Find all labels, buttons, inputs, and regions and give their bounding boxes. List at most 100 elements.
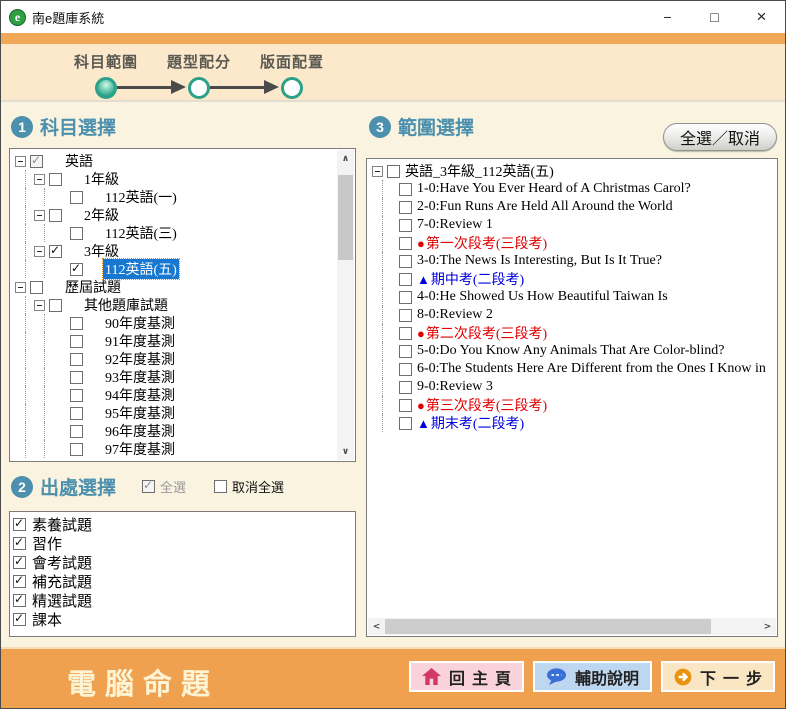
source-list-item[interactable]: 課本 <box>13 610 354 629</box>
tree-item[interactable]: 91年度基測 <box>15 332 337 350</box>
tree-item[interactable]: 8-0:Review 2 <box>372 306 776 324</box>
checkbox-icon[interactable] <box>399 291 412 304</box>
scrollbar-thumb[interactable] <box>338 175 353 260</box>
minimize-button[interactable]: − <box>644 1 691 33</box>
tree-item[interactable]: 3年級 <box>15 242 337 260</box>
tree-item[interactable]: 4-0:He Showed Us How Beautiful Taiwan Is <box>372 288 776 306</box>
checkbox-icon[interactable] <box>70 191 83 204</box>
checkbox-icon[interactable] <box>13 518 26 531</box>
tree-item[interactable]: 97年度基測 <box>15 440 337 458</box>
tree-item[interactable]: ▲期末考(二段考) <box>372 414 776 432</box>
tree-item[interactable]: 5-0:Do You Know Any Animals That Are Col… <box>372 342 776 360</box>
tree-item[interactable]: 112英語(五) <box>15 260 337 278</box>
checkbox-icon[interactable] <box>13 556 26 569</box>
collapse-minus-icon[interactable] <box>34 246 45 257</box>
tree-item[interactable]: 歷屆試題 <box>15 278 337 296</box>
checkbox-icon[interactable] <box>399 381 412 394</box>
source-list-item[interactable]: 習作 <box>13 534 354 553</box>
checkbox-icon[interactable] <box>70 335 83 348</box>
checkbox-icon[interactable] <box>399 417 412 430</box>
checkbox-icon[interactable] <box>399 183 412 196</box>
collapse-minus-icon[interactable] <box>34 174 45 185</box>
maximize-button[interactable]: □ <box>691 1 738 33</box>
source-list-item[interactable]: 素養試題 <box>13 515 354 534</box>
checkbox-icon[interactable] <box>70 371 83 384</box>
checkbox-icon[interactable] <box>399 327 412 340</box>
checkbox-icon[interactable] <box>214 480 227 493</box>
source-list-item[interactable]: 補充試題 <box>13 572 354 591</box>
tree-item[interactable]: 1年級 <box>15 170 337 188</box>
close-button[interactable]: × <box>738 1 785 33</box>
checkbox-icon[interactable] <box>13 613 26 626</box>
vertical-scrollbar[interactable]: ∧ ∨ <box>337 150 354 460</box>
scroll-left-icon[interactable]: < <box>368 618 385 635</box>
source-list-item[interactable]: 會考試題 <box>13 553 354 572</box>
checkbox-icon[interactable] <box>70 407 83 420</box>
tree-item[interactable]: ▲期中考(二段考) <box>372 270 776 288</box>
tree-item[interactable]: 112英語(一) <box>15 188 337 206</box>
tree-item[interactable]: 6-0:The Students Here Are Different from… <box>372 360 776 378</box>
checkbox-icon[interactable] <box>399 309 412 322</box>
tree-item[interactable]: 7-0:Review 1 <box>372 216 776 234</box>
tree-item[interactable]: 92年度基測 <box>15 350 337 368</box>
checkbox-icon[interactable] <box>70 389 83 402</box>
horizontal-scrollbar[interactable]: < > <box>368 618 776 635</box>
tree-item[interactable]: 95年度基測 <box>15 404 337 422</box>
tree-item[interactable]: 9-0:Review 3 <box>372 378 776 396</box>
deselect-all-checkbox[interactable]: 取消全選 <box>214 477 284 496</box>
tree-item[interactable]: ●第二次段考(三段考) <box>372 324 776 342</box>
checkbox-icon[interactable] <box>49 173 62 186</box>
collapse-minus-icon[interactable] <box>34 300 45 311</box>
checkbox-icon[interactable] <box>70 263 83 276</box>
back-home-button[interactable]: 回主頁 <box>409 661 524 692</box>
checkbox-icon[interactable] <box>13 575 26 588</box>
checkbox-icon[interactable] <box>70 227 83 240</box>
checkbox-icon[interactable] <box>399 219 412 232</box>
tree-item[interactable]: 其他題庫試題 <box>15 296 337 314</box>
checkbox-icon[interactable] <box>142 480 155 493</box>
checkbox-icon[interactable] <box>399 255 412 268</box>
checkbox-icon[interactable] <box>49 245 62 258</box>
scroll-down-icon[interactable]: ∨ <box>337 443 354 460</box>
tree-item[interactable]: 93年度基測 <box>15 368 337 386</box>
tree-item[interactable]: 1-0:Have You Ever Heard of A Christmas C… <box>372 180 776 198</box>
collapse-minus-icon[interactable] <box>34 210 45 221</box>
collapse-minus-icon[interactable] <box>372 166 383 177</box>
tree-item[interactable]: 2-0:Fun Runs Are Held All Around the Wor… <box>372 198 776 216</box>
checkbox-icon[interactable] <box>399 399 412 412</box>
scrollbar-thumb[interactable] <box>385 619 711 634</box>
checkbox-icon[interactable] <box>13 594 26 607</box>
help-button[interactable]: 輔助說明 <box>533 661 652 692</box>
checkbox-icon[interactable] <box>70 317 83 330</box>
checkbox-icon[interactable] <box>49 299 62 312</box>
scroll-up-icon[interactable]: ∧ <box>337 150 354 167</box>
collapse-minus-icon[interactable] <box>15 156 26 167</box>
checkbox-icon[interactable] <box>70 443 83 456</box>
tree-item[interactable]: ●第三次段考(三段考) <box>372 396 776 414</box>
checkbox-icon[interactable] <box>399 345 412 358</box>
tree-item[interactable]: 90年度基測 <box>15 314 337 332</box>
tree-item[interactable]: 2年級 <box>15 206 337 224</box>
checkbox-icon[interactable] <box>399 201 412 214</box>
checkbox-icon[interactable] <box>387 165 400 178</box>
next-step-button[interactable]: 下一步 <box>661 661 775 692</box>
checkbox-icon[interactable] <box>70 353 83 366</box>
checkbox-icon[interactable] <box>399 273 412 286</box>
source-list-item[interactable]: 精選試題 <box>13 591 354 610</box>
tree-item[interactable]: 96年度基測 <box>15 422 337 440</box>
scroll-right-icon[interactable]: > <box>759 618 776 635</box>
tree-item[interactable]: 3-0:The News Is Interesting, But Is It T… <box>372 252 776 270</box>
select-all-toggle-button[interactable]: 全選／取消 <box>663 123 777 151</box>
tree-item[interactable]: ●第一次段考(三段考) <box>372 234 776 252</box>
checkbox-icon[interactable] <box>49 209 62 222</box>
checkbox-icon[interactable] <box>70 425 83 438</box>
select-all-checkbox[interactable]: 全選 <box>142 477 186 496</box>
checkbox-icon[interactable] <box>399 363 412 376</box>
checkbox-icon[interactable] <box>30 281 43 294</box>
checkbox-icon[interactable] <box>30 155 43 168</box>
checkbox-icon[interactable] <box>399 237 412 250</box>
checkbox-icon[interactable] <box>13 537 26 550</box>
tree-item[interactable]: 94年度基測 <box>15 386 337 404</box>
collapse-minus-icon[interactable] <box>15 282 26 293</box>
tree-item[interactable]: 英語 <box>15 152 337 170</box>
